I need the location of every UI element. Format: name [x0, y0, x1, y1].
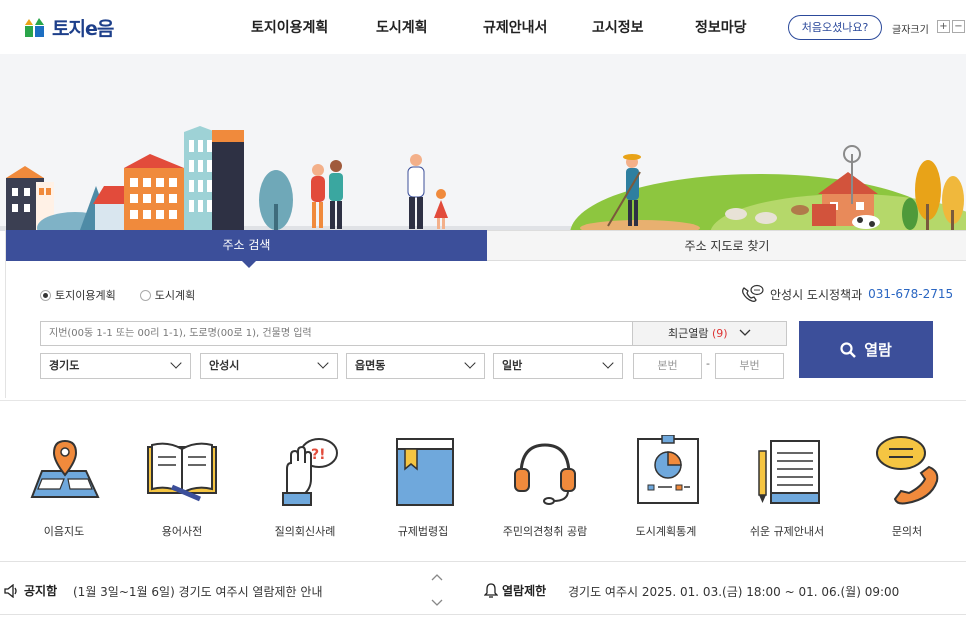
header: 토지e음 토지이용계획 도시계획 규제안내서 고시정보 정보마당 처음오셨나요?…: [0, 0, 966, 54]
city-countryside-illustration: [0, 126, 966, 231]
quick-link-ieum-map[interactable]: 이음지도: [14, 435, 114, 539]
recent-views-count: (9): [711, 327, 728, 340]
quick-link-label: 용어사전: [161, 525, 203, 538]
quick-link-label: 문의처: [891, 525, 923, 538]
number-separator: -: [706, 357, 710, 370]
notice-scroll-arrows: [431, 574, 443, 606]
restriction-title: 열람제한: [484, 582, 546, 599]
chevron-down-icon: [739, 329, 751, 336]
law-book-icon: [396, 438, 454, 506]
first-visit-button[interactable]: 처음오셨나요?: [788, 15, 882, 40]
select-town-value: 읍면동: [355, 359, 386, 372]
quick-link-easy-guide[interactable]: 쉬운 규제안내서: [737, 435, 837, 539]
chevron-down-icon: [170, 357, 182, 369]
chevron-down-icon: [464, 357, 476, 369]
notice-title: 공지함: [4, 582, 57, 599]
quick-link-label: 쉬운 규제안내서: [749, 525, 825, 538]
quick-link-law-collection[interactable]: 규제법령집: [373, 435, 473, 539]
quick-links: 이음지도 용어사전 ?! 질의회신사례 규제법령집 주민의견청취 공람 도시계획…: [0, 400, 966, 560]
phone-chat-small-icon: [742, 284, 764, 302]
radio-land-use-plan-label[interactable]: 토지이용계획: [55, 287, 116, 303]
nav-urban-plan[interactable]: 도시계획: [376, 17, 428, 37]
notice-text[interactable]: (1월 3일~1월 6일) 경기도 여주시 열람제한 안내: [73, 583, 323, 600]
search-icon: [840, 341, 857, 358]
select-city-value: 안성시: [209, 359, 240, 372]
quick-link-label: 질의회신사례: [274, 525, 336, 538]
font-increase-button[interactable]: +: [937, 20, 950, 33]
search-panel: 주소 검색 주소 지도로 찾기 토지이용계획 도시계획 안성시 도시정책과 03…: [5, 230, 966, 398]
restriction-text[interactable]: 경기도 여주시 2025. 01. 03.(금) 18:00 ~ 01. 06.…: [568, 583, 899, 600]
quick-link-urban-statistics[interactable]: 도시계획통계: [616, 434, 716, 539]
select-land-type-value: 일반: [502, 359, 523, 372]
quick-link-public-opinion[interactable]: 주민의견청취 공람: [495, 435, 595, 539]
hero-illustration: [0, 54, 966, 231]
sub-number-input[interactable]: 부번: [715, 353, 784, 379]
map-pin-icon: [30, 439, 100, 498]
chevron-down-icon[interactable]: [431, 599, 443, 606]
headset-icon: [514, 443, 576, 505]
quick-link-glossary[interactable]: 용어사전: [132, 435, 232, 539]
radio-urban-plan[interactable]: [139, 289, 151, 301]
hand-question-icon: ?!: [282, 438, 338, 506]
tab-find-on-map[interactable]: 주소 지도로 찾기: [487, 230, 966, 261]
contact-info: 안성시 도시정책과 031-678-2715: [740, 284, 953, 304]
select-land-type[interactable]: 일반: [493, 353, 623, 379]
quick-link-contact[interactable]: 문의처: [857, 435, 957, 539]
view-button[interactable]: 열람: [799, 321, 933, 378]
page: 토지e음 토지이용계획 도시계획 규제안내서 고시정보 정보마당 처음오셨나요?…: [0, 0, 966, 628]
logo-icon: [25, 17, 44, 37]
quick-link-label: 이음지도: [43, 525, 85, 538]
site-logo[interactable]: 토지e음: [24, 14, 114, 41]
statistics-board-icon: [637, 434, 699, 504]
contact-phone[interactable]: 031-678-2715: [868, 287, 953, 301]
nav-notice-info[interactable]: 고시정보: [592, 17, 644, 37]
document-pencil-icon: [758, 440, 820, 504]
tab-address-search[interactable]: 주소 검색: [6, 230, 487, 268]
contact-department: 안성시 도시정책과: [770, 287, 863, 302]
recent-views-dropdown[interactable]: 최근열람 (9): [633, 321, 787, 346]
nav-regulation-guide[interactable]: 규제안내서: [483, 17, 547, 37]
bell-icon: [484, 583, 498, 598]
quick-link-qa-cases[interactable]: ?! 질의회신사례: [255, 435, 355, 539]
quick-link-label: 주민의견청취 공람: [502, 525, 588, 538]
radio-land-use-plan[interactable]: [40, 289, 51, 301]
radio-urban-plan-label[interactable]: 도시계획: [155, 287, 195, 303]
select-town[interactable]: 읍면동: [346, 353, 485, 379]
speaker-icon: [4, 583, 17, 598]
quick-link-label: 도시계획통계: [635, 525, 697, 538]
restriction-title-text: 열람제한: [502, 584, 547, 598]
plan-type-radio-group: 토지이용계획 도시계획: [40, 287, 195, 303]
nav-land-use-plan[interactable]: 토지이용계획: [251, 17, 328, 37]
select-province[interactable]: 경기도: [40, 353, 191, 379]
nav-info-plaza[interactable]: 정보마당: [695, 17, 747, 37]
chevron-up-icon[interactable]: [431, 574, 443, 581]
notice-title-text: 공지함: [24, 584, 58, 598]
svg-text:?!: ?!: [311, 447, 326, 463]
select-city[interactable]: 안성시: [200, 353, 338, 379]
book-icon: [147, 442, 217, 502]
font-decrease-button[interactable]: −: [952, 20, 965, 33]
font-size-label: 글자크기: [892, 25, 929, 36]
address-search-input[interactable]: 지번(00동 1-1 또는 00리 1-1), 도로명(00로 1), 건물명 …: [40, 321, 633, 346]
chevron-down-icon: [602, 357, 614, 369]
chevron-down-icon: [317, 357, 329, 369]
phone-chat-icon: [876, 436, 939, 505]
notice-bar: 공지함 (1월 3일~1월 6일) 경기도 여주시 열람제한 안내 열람제한 경…: [0, 561, 966, 615]
main-number-input[interactable]: 본번: [633, 353, 702, 379]
logo-text: 토지e음: [52, 18, 114, 40]
recent-views-label: 최근열람: [667, 327, 709, 340]
quick-link-label: 규제법령집: [397, 525, 449, 538]
view-button-label: 열람: [864, 341, 892, 359]
select-province-value: 경기도: [49, 359, 80, 372]
